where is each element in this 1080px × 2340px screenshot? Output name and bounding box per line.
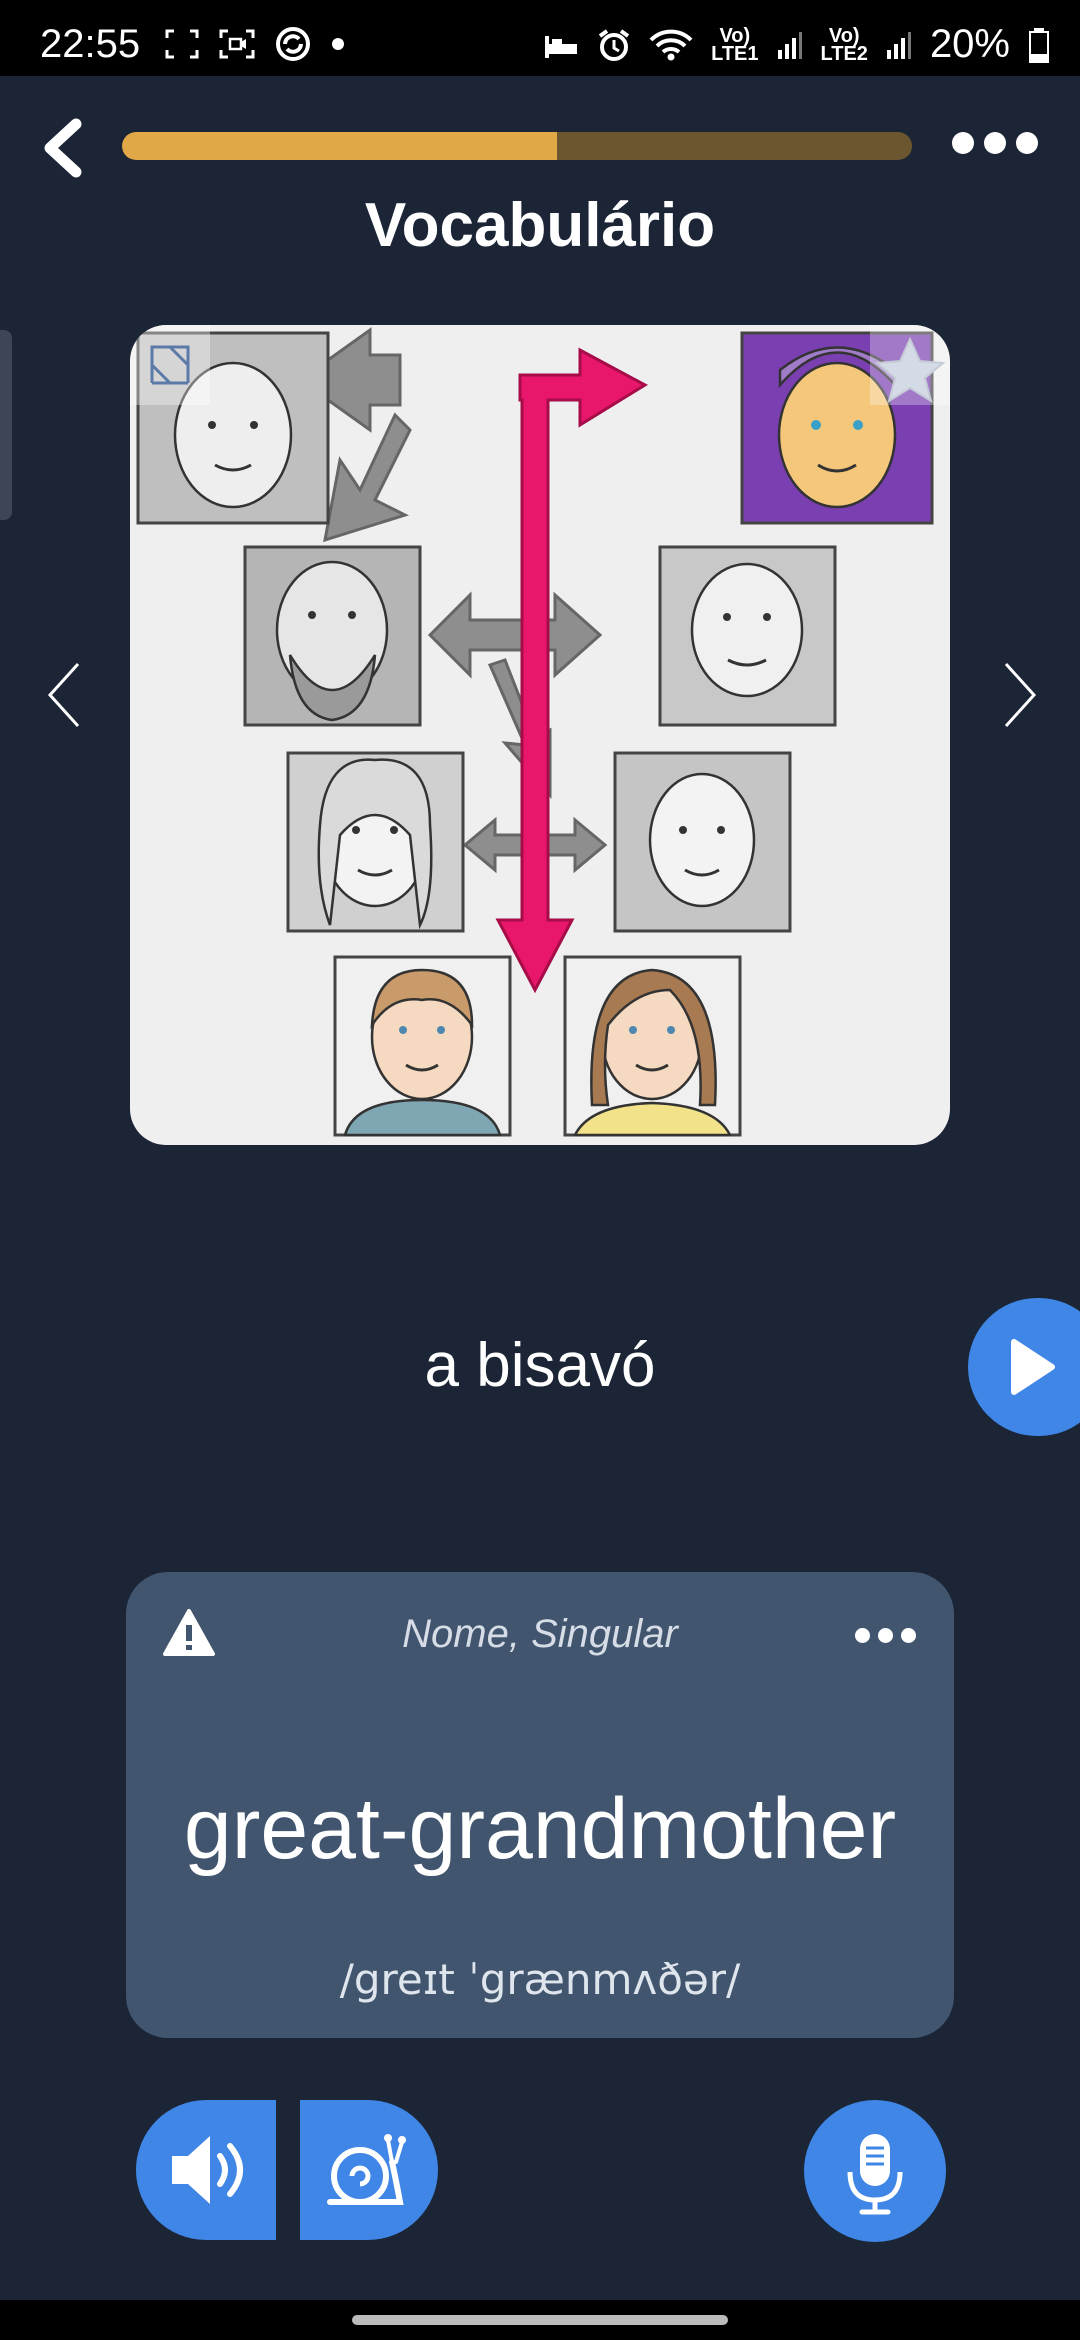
sleep-mode-icon	[545, 35, 578, 58]
snail-icon	[327, 2134, 406, 2205]
more-dot	[1016, 132, 1038, 154]
wifi-icon	[649, 29, 693, 60]
status-time: 22:55	[40, 22, 141, 66]
more-dot	[984, 132, 1006, 154]
app-sync-icon	[276, 27, 310, 61]
progress-fill	[122, 132, 557, 160]
speaker-button[interactable]	[136, 2100, 276, 2240]
sim1-sub: LTE1	[711, 42, 759, 65]
translation-more-button[interactable]	[855, 1628, 916, 1643]
sim2-indicator: Vo) LTE2	[820, 24, 868, 65]
battery-icon	[1029, 27, 1049, 63]
translated-word: great-grandmother	[183, 1781, 897, 1877]
home-indicator[interactable]	[352, 2315, 728, 2325]
play-audio-button[interactable]	[968, 1298, 1080, 1436]
battery-percent: 20%	[929, 22, 1010, 66]
sim1-indicator: Vo) LTE1	[711, 24, 759, 65]
notification-dot-icon	[332, 38, 344, 50]
back-button[interactable]	[38, 118, 88, 178]
expand-icon[interactable]	[130, 325, 210, 405]
family-tree-image	[130, 325, 950, 1137]
previous-card-button[interactable]	[44, 660, 84, 730]
alarm-icon	[598, 28, 630, 61]
sim2-sub: LTE2	[820, 42, 868, 65]
signal-icon	[777, 31, 802, 59]
speaker-icon	[172, 2136, 243, 2204]
status-left-icons	[165, 26, 345, 62]
next-card-button[interactable]	[1000, 660, 1040, 730]
vocabulary-word: a bisavó	[424, 1331, 656, 1400]
screenshot-icon	[165, 29, 199, 59]
microphone-icon	[847, 2134, 903, 2215]
vocabulary-illustration	[130, 325, 950, 1145]
phonetic-transcription: /greɪt ˈgrænmʌðər/	[339, 1955, 741, 2004]
status-bar: 22:55 Vo) LTE1 Vo) LTE2 20%	[0, 0, 1080, 76]
lesson-progress-bar	[122, 132, 912, 160]
screen-record-icon	[219, 29, 255, 59]
star-icon[interactable]	[870, 325, 950, 405]
status-right-icons: Vo) LTE1 Vo) LTE2 20%	[543, 22, 1050, 67]
page-title: Vocabulário	[364, 191, 716, 260]
signal-icon	[886, 31, 911, 59]
more-horizontal-icon	[952, 132, 974, 154]
more-dot	[901, 1628, 916, 1643]
play-icon	[1011, 1339, 1055, 1395]
more-horizontal-icon	[855, 1628, 870, 1643]
more-options-button[interactable]	[952, 132, 1038, 154]
more-dot	[878, 1628, 893, 1643]
sim1-label: Vo)	[719, 24, 751, 47]
slow-audio-button[interactable]	[300, 2100, 438, 2240]
word-grammar-info: Nome, Singular	[402, 1612, 678, 1656]
microphone-button[interactable]	[804, 2100, 946, 2242]
sim2-label: Vo)	[828, 24, 860, 47]
side-panel-handle[interactable]	[0, 330, 12, 520]
